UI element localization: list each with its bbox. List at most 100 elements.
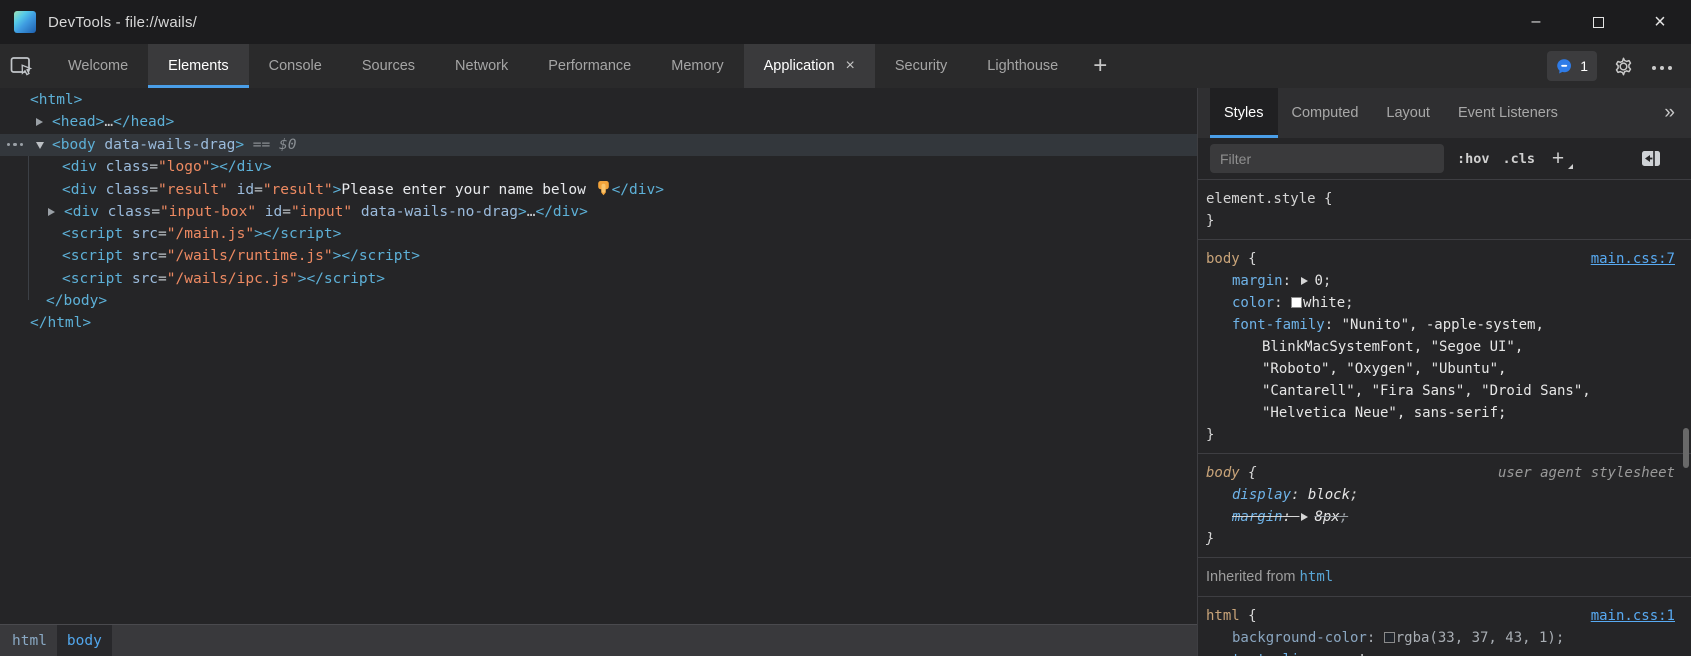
tab-performance[interactable]: Performance	[528, 44, 651, 88]
property-value-group: center;	[1333, 652, 1392, 656]
dom-node-row[interactable]: </body>	[0, 290, 1197, 312]
dom-node-code: <html>	[30, 92, 82, 108]
dom-node-row[interactable]: <body data-wails-drag> == $0	[0, 134, 1197, 156]
customize-menu-button[interactable]	[1649, 53, 1675, 79]
sidebar-toggle-icon	[1641, 150, 1661, 167]
styles-sidebar: StylesComputedLayoutEvent Listeners » :h…	[1197, 88, 1691, 656]
issues-counter-button[interactable]: 1	[1547, 51, 1597, 81]
chevron-right-icon	[36, 118, 43, 126]
syntax-token: <html>	[30, 92, 82, 108]
styles-tab-event-listeners[interactable]: Event Listeners	[1444, 88, 1572, 138]
styles-tab-layout[interactable]: Layout	[1372, 88, 1444, 138]
syntax-token: "input"	[291, 204, 352, 220]
syntax-token: =	[254, 182, 263, 198]
styles-tab-label: Layout	[1386, 105, 1430, 121]
css-selector[interactable]: html	[1206, 605, 1240, 627]
property-name-group: margin:	[1232, 273, 1299, 289]
dom-node-code: <script src="/main.js"></script>	[62, 226, 341, 242]
property-value: block	[1308, 487, 1350, 503]
tab-lighthouse[interactable]: Lighthouse	[967, 44, 1078, 88]
inherited-node-link[interactable]: html	[1300, 569, 1334, 585]
property-value-group: "Nunito", -apple-system,	[1342, 317, 1544, 333]
crumb-html[interactable]: html	[2, 625, 57, 656]
dom-node-code: <div class="result" id="result">Please e…	[62, 180, 664, 198]
css-selector[interactable]: body	[1206, 462, 1240, 484]
tab-elements[interactable]: Elements	[148, 44, 248, 88]
dom-node-row[interactable]: <html>	[0, 89, 1197, 111]
expand-shorthand-icon[interactable]	[1301, 513, 1308, 521]
node-overflow-dots-icon[interactable]	[5, 134, 25, 156]
css-selector[interactable]: element.style	[1206, 188, 1316, 210]
syntax-token: <div	[62, 182, 97, 198]
syntax-token: </div>	[535, 204, 587, 220]
stylesheet-link[interactable]: main.css:1	[1591, 605, 1675, 627]
tab-welcome[interactable]: Welcome	[48, 44, 148, 88]
dom-node-row[interactable]: </html>	[0, 312, 1197, 334]
scrollbar-thumb[interactable]	[1683, 428, 1689, 468]
styles-tab-styles[interactable]: Styles	[1210, 88, 1278, 138]
dom-node-row[interactable]: <script src="/wails/runtime.js"></script…	[0, 245, 1197, 267]
tab-network[interactable]: Network	[435, 44, 528, 88]
tab-label: Lighthouse	[987, 58, 1058, 74]
new-style-rule-button[interactable]: +	[1548, 149, 1568, 169]
css-property-color[interactable]: color: white;	[1198, 292, 1691, 314]
css-property-background-color[interactable]: background-color: rgba(33, 37, 43, 1);	[1198, 627, 1691, 649]
inspect-element-button[interactable]	[0, 44, 42, 88]
colon: :	[1291, 487, 1308, 503]
issues-chat-icon	[1556, 58, 1573, 75]
syntax-token: </div>	[612, 182, 664, 198]
syntax-token: <head>	[52, 114, 104, 130]
toggle-computed-sidebar-button[interactable]	[1641, 150, 1661, 167]
css-property-display[interactable]: display: block;	[1198, 484, 1691, 506]
css-property-font-family[interactable]: font-family: "Nunito", -apple-system,	[1198, 314, 1691, 336]
toggle-element-state-button[interactable]: :hov	[1457, 151, 1490, 167]
toggle-element-classes-button[interactable]: .cls	[1503, 151, 1536, 167]
css-selector[interactable]: body	[1206, 248, 1240, 270]
tab-memory[interactable]: Memory	[651, 44, 743, 88]
syntax-token: ></div>	[210, 159, 271, 175]
devtools-toolbar: WelcomeElementsConsole Sources NetworkPerf…	[0, 44, 1691, 88]
syntax-token: src	[123, 271, 158, 287]
inherited-prefix: Inherited from	[1206, 569, 1300, 585]
more-tools-button[interactable]: +	[1078, 44, 1122, 88]
dom-node-row[interactable]: <script src="/wails/ipc.js"></script>	[0, 267, 1197, 289]
css-property-text-align[interactable]: text-align: center;	[1198, 649, 1691, 656]
close-button[interactable]: ×	[1629, 0, 1691, 44]
dom-node-row[interactable]: <div class="input-box" id="input" data-w…	[0, 200, 1197, 222]
crumb-body[interactable]: body	[57, 625, 112, 656]
syntax-token: =	[158, 248, 167, 264]
dom-node-row[interactable]: <div class="result" id="result">Please e…	[0, 178, 1197, 200]
twisty-icon[interactable]	[48, 208, 64, 216]
tab-security[interactable]: Security	[875, 44, 967, 88]
styles-filter-input[interactable]	[1210, 144, 1444, 173]
tab-sources[interactable]: Sources	[342, 44, 435, 88]
dom-node-row[interactable]: <script src="/main.js"></script>	[0, 223, 1197, 245]
dom-node-row[interactable]: <head>…</head>	[0, 111, 1197, 133]
color-swatch[interactable]	[1291, 297, 1302, 308]
property-value-group: rgba(33, 37, 43, 1);	[1384, 630, 1565, 646]
property-value-wrap: "Cantarell", "Fira Sans", "Droid Sans",	[1198, 380, 1691, 402]
css-rule-element.style: element.style {}	[1198, 180, 1691, 240]
css-property-margin[interactable]: margin: 8px;	[1198, 506, 1691, 528]
syntax-token: <script	[62, 226, 123, 242]
color-swatch[interactable]	[1384, 632, 1395, 643]
close-tab-icon[interactable]: ×	[846, 57, 855, 75]
tab-label: Sources	[362, 58, 415, 74]
twisty-icon[interactable]	[36, 140, 52, 149]
styles-tab-computed[interactable]: Computed	[1278, 88, 1373, 138]
tab-application[interactable]: Application ×	[744, 44, 875, 88]
dom-node-row[interactable]: <div class="logo"></div>	[0, 156, 1197, 178]
minimize-button[interactable]: –	[1505, 0, 1567, 44]
tab-console[interactable]: Console	[249, 44, 342, 88]
dom-node-code: <div class="logo"></div>	[62, 159, 272, 175]
stylesheet-link[interactable]: main.css:7	[1591, 248, 1675, 270]
twisty-icon[interactable]	[36, 118, 52, 126]
maximize-button[interactable]	[1567, 0, 1629, 44]
property-name: background-color	[1232, 630, 1367, 646]
overflow-tabs-button[interactable]: »	[1664, 102, 1675, 124]
expand-shorthand-icon[interactable]	[1301, 277, 1308, 285]
syntax-token: =	[149, 159, 158, 175]
settings-button[interactable]	[1610, 53, 1636, 79]
css-property-margin[interactable]: margin: 0;	[1198, 270, 1691, 292]
tab-label: Application	[764, 58, 835, 74]
